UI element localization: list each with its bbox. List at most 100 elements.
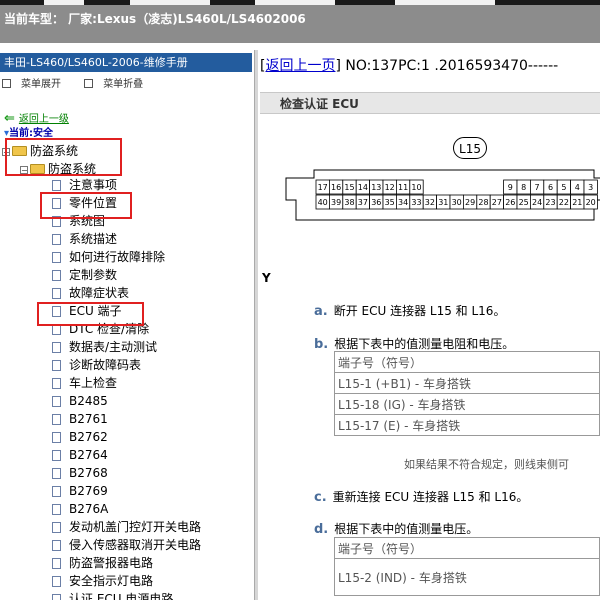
connector-pin-label: 12 [385, 183, 395, 192]
document-icon [52, 504, 61, 515]
connector-pin-label: 33 [411, 198, 421, 207]
back-page-link[interactable]: 返回上一页 [265, 58, 335, 74]
connector-pin-label: 8 [521, 183, 526, 192]
connector-pin-label: 22 [559, 198, 569, 207]
connector-pin-label: 21 [572, 198, 582, 207]
connector-pin-label: 6 [548, 183, 553, 192]
document-icon [52, 432, 61, 443]
measurement-table-d: 端子号（符号） L15-2 (IND) - 车身搭铁 [334, 537, 600, 596]
connector-pin-label: 3 [588, 183, 593, 192]
document-icon [52, 414, 61, 425]
connector-pin-label: 4 [575, 183, 580, 192]
connector-pin-label: 10 [411, 183, 421, 192]
connector-pin-label: 9 [508, 183, 513, 192]
document-icon [52, 558, 61, 569]
document-icon [52, 360, 61, 371]
doc-nav: [返回上一页] NO:137PC:1 .2016593470------ [260, 58, 559, 74]
connector-diagram: 17 16 15 14 13 12 11 10 9 8 7 6 5 4 3 40 39 38 37 36 35 34 33 3… [285, 169, 600, 221]
document-icon [52, 234, 61, 245]
table-row: L15-18 (IG) - 车身搭铁 [334, 393, 600, 415]
expand-icon [2, 79, 11, 88]
connector-pin-label: 20 [586, 198, 596, 207]
document-icon [52, 486, 61, 497]
connector-pin-label: 5 [561, 183, 566, 192]
tree-item[interactable]: 发动机盖门控灯开关电路 [52, 518, 201, 536]
connector-pin-label: 7 [535, 183, 540, 192]
document-icon [52, 468, 61, 479]
tree-item[interactable]: 系统描述 [52, 230, 117, 248]
table-row: L15-2 (IND) - 车身搭铁 [334, 558, 600, 596]
wire-color-label: Y [262, 271, 271, 285]
tree-item[interactable]: 诊断故障码表 [52, 356, 141, 374]
connector-pin-label: 40 [318, 198, 328, 207]
connector-pin-label: 30 [452, 198, 462, 207]
connector-pin-label: 32 [425, 198, 435, 207]
tree-item[interactable]: 安全指示灯电路 [52, 572, 153, 590]
document-icon [52, 396, 61, 407]
connector-pin-label: 16 [331, 183, 341, 192]
tree-item[interactable]: 定制参数 [52, 266, 117, 284]
section-title: 检查认证 ECU [260, 92, 600, 114]
tree-item[interactable]: B2485 [52, 392, 108, 410]
connector-pin-label: 35 [385, 198, 395, 207]
highlight-box [37, 302, 144, 326]
connector-pin-label: 23 [545, 198, 555, 207]
tree-item[interactable]: 如何进行故障排除 [52, 248, 165, 266]
tree-item[interactable]: 车上检查 [52, 374, 117, 392]
highlight-box [40, 192, 132, 219]
document-icon [52, 540, 61, 551]
document-icon [52, 288, 61, 299]
tree-item[interactable]: B2769 [52, 482, 108, 500]
manual-title: 丰田-LS460/LS460L-2006-维修手册 [0, 53, 252, 72]
tree-item[interactable]: 防盗警报器电路 [52, 554, 153, 572]
document-icon [52, 180, 61, 191]
tree-item[interactable]: B2761 [52, 410, 108, 428]
tree-item[interactable]: 认证 ECU 电源电路 [52, 590, 173, 600]
connector-pin-label: 15 [344, 183, 354, 192]
tree-item[interactable]: 侵入传感器取消开关电路 [52, 536, 201, 554]
tree-toolbar: 菜单展开 菜单折叠 [2, 75, 163, 90]
collapse-menu-button[interactable]: 菜单折叠 [84, 75, 153, 90]
tree-item[interactable]: 数据表/主动测试 [52, 338, 157, 356]
table-header: 端子号（符号） [334, 351, 600, 373]
connector-pin-label: 24 [532, 198, 542, 207]
connector-pin-label: 13 [371, 183, 381, 192]
table-row: L15-1 (+B1) - 车身搭铁 [334, 372, 600, 394]
connector-pin-label: 36 [371, 198, 381, 207]
tree-item[interactable]: B2764 [52, 446, 108, 464]
connector-label: L15 [453, 137, 487, 159]
connector-pin-label: 37 [358, 198, 368, 207]
document-icon [52, 594, 61, 600]
current-location: ▾当前:安全 [4, 128, 54, 139]
tree-item[interactable]: B2762 [52, 428, 108, 446]
step-c: c. 重新连接 ECU 连接器 L15 和 L16。 [314, 490, 529, 505]
doc-number: NO:137PC:1 .2016593470------ [340, 58, 559, 74]
document-icon [52, 342, 61, 353]
step-d: d. 根据下表中的值测量电压。 [314, 522, 479, 537]
connector-pin-label: 38 [344, 198, 354, 207]
note-text: 如果结果不符合规定，则线束侧可 [404, 458, 569, 471]
tree-item[interactable]: B276A [52, 500, 108, 518]
connector-pin-label: 14 [358, 183, 368, 192]
highlight-box [5, 138, 122, 176]
window-title: 当前车型： 厂家:Lexus（凌志)LS460L/LS4602006 [0, 5, 600, 43]
document-icon [52, 270, 61, 281]
connector-pin-label: 25 [519, 198, 529, 207]
document-icon [52, 522, 61, 533]
connector-pin-label: 27 [492, 198, 502, 207]
connector-pin-label: 11 [398, 183, 408, 192]
step-a: a. 断开 ECU 连接器 L15 和 L16。 [314, 304, 506, 319]
table-row: L15-17 (E) - 车身搭铁 [334, 414, 600, 436]
document-icon [52, 378, 61, 389]
connector-pin-label: 31 [438, 198, 448, 207]
connector-pin-label: 26 [505, 198, 515, 207]
tree-item[interactable]: 故障症状表 [52, 284, 129, 302]
tree-item[interactable]: B2768 [52, 464, 108, 482]
collapse-icon [84, 79, 94, 88]
measurement-table-b: 端子号（符号） L15-1 (+B1) - 车身搭铁 L15-18 (IG) -… [334, 351, 600, 436]
expand-menu-button[interactable]: 菜单展开 [2, 75, 71, 90]
document-icon [52, 576, 61, 587]
document-icon [52, 450, 61, 461]
connector-pin-label: 17 [318, 183, 328, 192]
document-icon [52, 252, 61, 263]
